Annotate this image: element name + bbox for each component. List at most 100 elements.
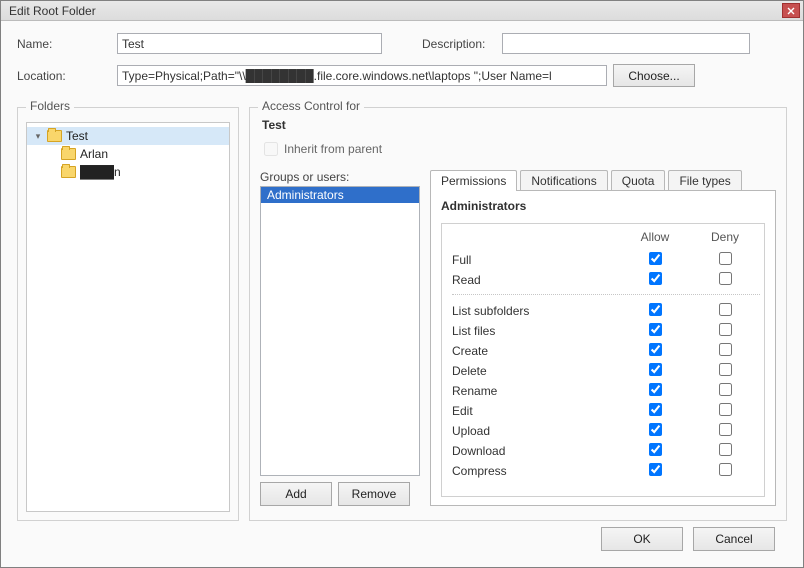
permission-name: List files — [452, 324, 620, 338]
dialog-window: Edit Root Folder Name: Description: Loca… — [0, 0, 804, 568]
folders-legend: Folders — [26, 99, 74, 113]
allow-header: Allow — [620, 230, 690, 244]
name-label: Name: — [17, 37, 117, 51]
tree-child-label: ████n — [80, 165, 121, 179]
permission-row: List subfolders — [452, 301, 760, 321]
ok-button[interactable]: OK — [601, 527, 683, 551]
tab-bar: PermissionsNotificationsQuotaFile types — [430, 170, 776, 191]
permission-name: List subfolders — [452, 304, 620, 318]
deny-checkbox[interactable] — [719, 252, 732, 265]
cancel-button[interactable]: Cancel — [693, 527, 775, 551]
permissions-divider — [452, 294, 760, 295]
permission-name: Read — [452, 273, 620, 287]
top-form: Name: Description: Location: Choose... — [17, 33, 787, 97]
permission-row: Rename — [452, 381, 760, 401]
groups-column: Groups or users: Administrators Add Remo… — [260, 170, 420, 506]
permission-name: Delete — [452, 364, 620, 378]
folder-tree[interactable]: ▾ Test Arlan ████n — [26, 122, 230, 512]
permissions-tabpanel: Administrators Allow Deny Full Read List … — [430, 190, 776, 506]
choose-button[interactable]: Choose... — [613, 64, 695, 87]
permission-name: Download — [452, 444, 620, 458]
deny-checkbox[interactable] — [719, 323, 732, 336]
allow-checkbox[interactable] — [649, 303, 662, 316]
allow-checkbox[interactable] — [649, 363, 662, 376]
location-label: Location: — [17, 69, 117, 83]
remove-button[interactable]: Remove — [338, 482, 410, 506]
tree-root[interactable]: ▾ Test — [27, 127, 229, 145]
deny-header: Deny — [690, 230, 760, 244]
deny-checkbox[interactable] — [719, 463, 732, 476]
permissions-header-row: Allow Deny — [452, 230, 760, 244]
permission-row: Download — [452, 441, 760, 461]
tabs-column: PermissionsNotificationsQuotaFile types … — [430, 170, 776, 506]
location-field[interactable] — [117, 65, 607, 86]
permission-row: Read — [452, 270, 760, 290]
name-field[interactable] — [117, 33, 382, 54]
main-columns: Folders ▾ Test Arlan████n Access Control… — [17, 107, 787, 521]
permission-name: Compress — [452, 464, 620, 478]
permission-row: List files — [452, 321, 760, 341]
groups-label: Groups or users: — [260, 170, 420, 184]
close-button[interactable] — [782, 3, 800, 18]
deny-checkbox[interactable] — [719, 303, 732, 316]
allow-checkbox[interactable] — [649, 403, 662, 416]
folder-icon — [47, 130, 62, 142]
allow-checkbox[interactable] — [649, 443, 662, 456]
permission-name: Create — [452, 344, 620, 358]
permission-row: Delete — [452, 361, 760, 381]
deny-checkbox[interactable] — [719, 343, 732, 356]
tab-notifications[interactable]: Notifications — [520, 170, 607, 191]
permission-row: Edit — [452, 401, 760, 421]
allow-checkbox[interactable] — [649, 272, 662, 285]
access-target-name: Test — [262, 118, 776, 132]
mid-row: Groups or users: Administrators Add Remo… — [260, 170, 776, 506]
deny-checkbox[interactable] — [719, 443, 732, 456]
titlebar: Edit Root Folder — [1, 1, 803, 21]
allow-checkbox[interactable] — [649, 423, 662, 436]
tree-child-label: Arlan — [80, 147, 108, 161]
deny-checkbox[interactable] — [719, 363, 732, 376]
allow-checkbox[interactable] — [649, 323, 662, 336]
tree-child[interactable]: ████n — [27, 163, 229, 181]
tree-root-label: Test — [66, 129, 88, 143]
tree-child[interactable]: Arlan — [27, 145, 229, 163]
permission-row: Upload — [452, 421, 760, 441]
deny-checkbox[interactable] — [719, 423, 732, 436]
titlebar-text: Edit Root Folder — [9, 4, 96, 18]
folder-icon — [61, 166, 76, 178]
inherit-checkbox[interactable] — [264, 142, 278, 156]
groups-list-item[interactable]: Administrators — [261, 187, 419, 203]
dialog-footer: OK Cancel — [17, 521, 787, 561]
description-field[interactable] — [502, 33, 750, 54]
allow-checkbox[interactable] — [649, 252, 662, 265]
deny-checkbox[interactable] — [719, 272, 732, 285]
groups-listbox[interactable]: Administrators — [260, 186, 420, 476]
access-control-panel: Access Control for Test Inherit from par… — [249, 107, 787, 521]
permissions-scroll[interactable]: Allow Deny Full Read List subfolders List … — [441, 223, 765, 497]
allow-checkbox[interactable] — [649, 343, 662, 356]
permission-name: Upload — [452, 424, 620, 438]
inherit-label: Inherit from parent — [284, 142, 382, 156]
permission-name: Full — [452, 253, 620, 267]
allow-checkbox[interactable] — [649, 383, 662, 396]
tab-permissions[interactable]: Permissions — [430, 170, 517, 191]
close-icon — [787, 7, 795, 15]
deny-checkbox[interactable] — [719, 403, 732, 416]
permission-name: Edit — [452, 404, 620, 418]
access-legend: Access Control for — [258, 99, 364, 113]
permission-row: Create — [452, 341, 760, 361]
tab-quota[interactable]: Quota — [611, 170, 666, 191]
deny-checkbox[interactable] — [719, 383, 732, 396]
permission-row: Compress — [452, 461, 760, 481]
add-button[interactable]: Add — [260, 482, 332, 506]
tab-file-types[interactable]: File types — [668, 170, 741, 191]
inherit-row: Inherit from parent — [264, 142, 776, 156]
tree-expand-icon[interactable]: ▾ — [33, 131, 43, 141]
groups-buttons: Add Remove — [260, 482, 420, 506]
permission-name: Rename — [452, 384, 620, 398]
folder-icon — [61, 148, 76, 160]
allow-checkbox[interactable] — [649, 463, 662, 476]
permission-row: Full — [452, 250, 760, 270]
folders-panel: Folders ▾ Test Arlan████n — [17, 107, 239, 521]
permissions-group-title: Administrators — [441, 199, 765, 213]
